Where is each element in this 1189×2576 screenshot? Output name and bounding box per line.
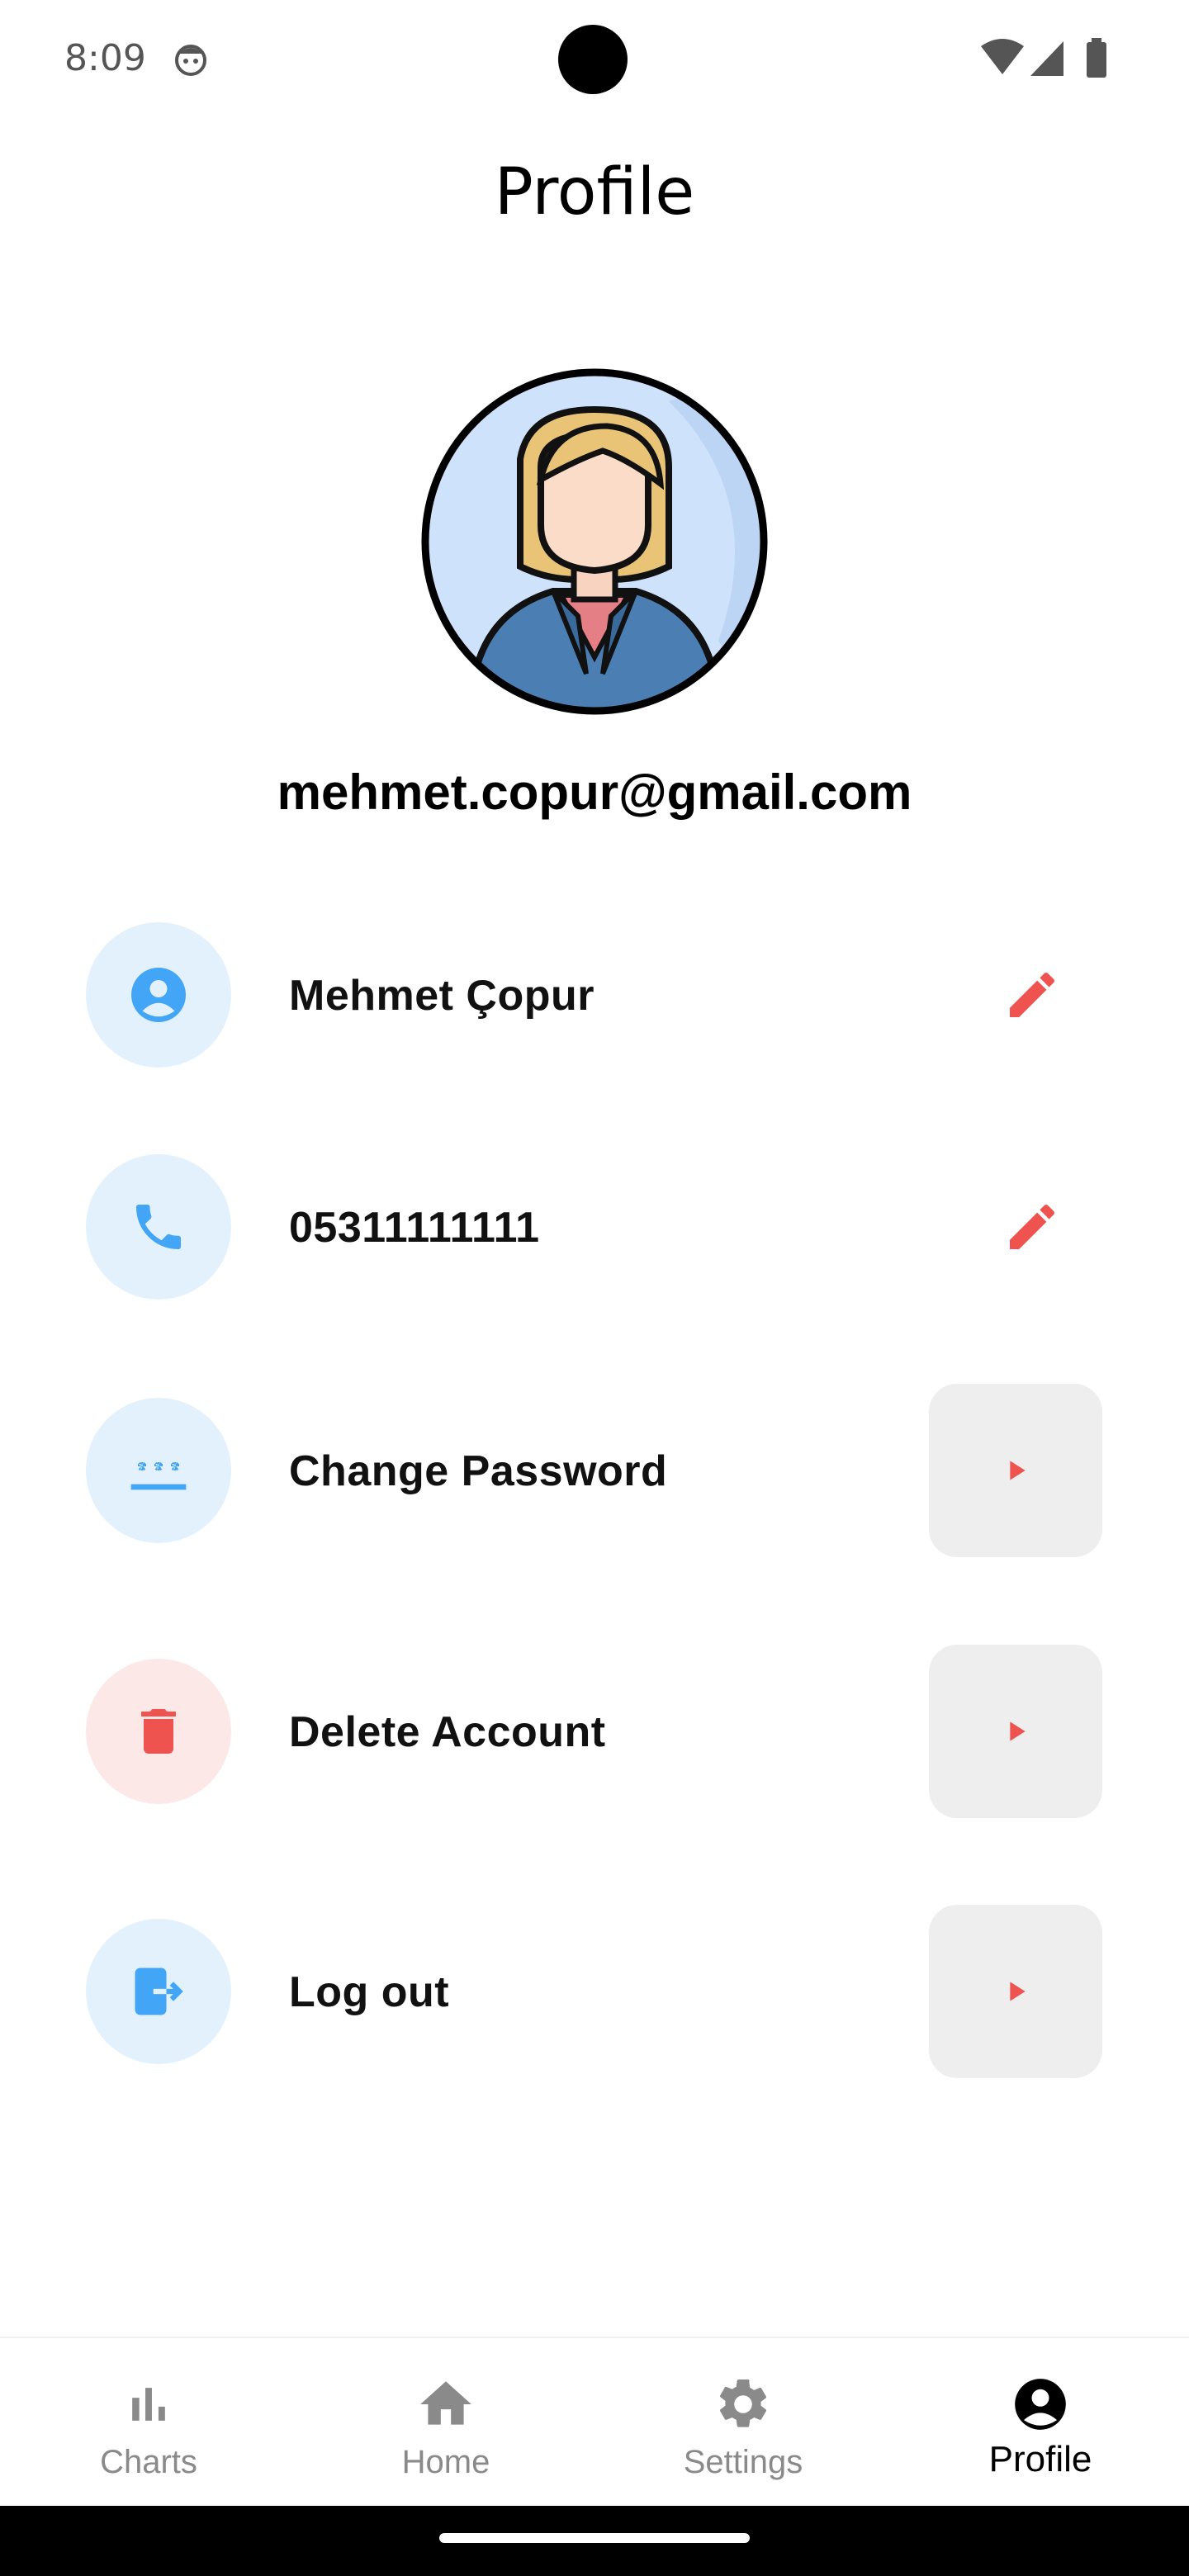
row-label-name: Mehmet Çopur <box>289 972 594 1020</box>
signal-icon <box>1029 38 1065 82</box>
trash-icon <box>86 1659 231 1804</box>
row-label-change-password: Change Password <box>289 1447 668 1495</box>
nav-item-profile[interactable]: Profile <box>892 2338 1189 2507</box>
gesture-handle[interactable] <box>439 2533 750 2543</box>
logout-button[interactable] <box>929 1905 1102 2078</box>
account-circle-icon <box>1007 2371 1073 2437</box>
page-title: Profile <box>494 155 695 230</box>
bottom-nav: Charts Home Settings Profile <box>0 2337 1189 2507</box>
profile-email: mehmet.copur@gmail.com <box>277 765 912 820</box>
nav-item-settings[interactable]: Settings <box>594 2338 892 2507</box>
arrow-right-icon <box>1010 1721 1026 1741</box>
password-icon <box>86 1398 231 1543</box>
change-password-button[interactable] <box>929 1384 1102 1557</box>
nav-label-home: Home <box>401 2444 490 2480</box>
row-label-phone: 05311111111 <box>289 1204 540 1252</box>
avatar[interactable] <box>421 368 768 715</box>
profile-row-delete-account[interactable]: Delete Account <box>0 1645 1189 1818</box>
nav-label-profile: Profile <box>988 2439 1092 2479</box>
pencil-icon <box>1010 973 1054 1017</box>
gear-icon <box>710 2371 776 2437</box>
home-icon <box>413 2371 479 2437</box>
person-icon <box>86 922 231 1068</box>
camera-cutout <box>558 25 628 94</box>
nav-label-charts: Charts <box>100 2444 197 2480</box>
nav-item-charts[interactable]: Charts <box>0 2338 297 2507</box>
status-bar: 8:09 <box>0 0 1189 120</box>
edit-phone-button[interactable] <box>999 1194 1065 1260</box>
wifi-icon <box>979 38 1026 82</box>
edit-name-button[interactable] <box>999 962 1065 1028</box>
delete-account-button[interactable] <box>929 1645 1102 1818</box>
app-notification-icon <box>173 40 209 77</box>
row-label-delete-account: Delete Account <box>289 1708 606 1756</box>
battery-icon <box>1085 38 1108 82</box>
profile-row-name: Mehmet Çopur <box>0 908 1189 1082</box>
phone-icon <box>86 1154 231 1300</box>
nav-label-settings: Settings <box>683 2444 803 2480</box>
row-label-logout: Log out <box>289 1968 450 2016</box>
nav-item-home[interactable]: Home <box>297 2338 594 2507</box>
logout-icon <box>86 1919 231 2064</box>
profile-row-logout[interactable]: Log out <box>0 1905 1189 2078</box>
bar-chart-icon <box>116 2371 182 2437</box>
arrow-right-icon <box>1010 1982 1026 2001</box>
arrow-right-icon <box>1010 1461 1026 1480</box>
profile-row-phone: 05311111111 <box>0 1140 1189 1314</box>
profile-row-change-password[interactable]: Change Password <box>0 1384 1189 1557</box>
pencil-icon <box>1010 1205 1054 1249</box>
status-time: 8:09 <box>64 37 146 79</box>
